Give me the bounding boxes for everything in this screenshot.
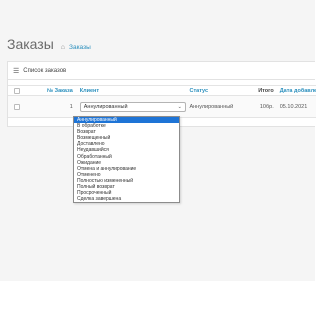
header-total[interactable]: Итого	[255, 88, 277, 94]
client-status-select[interactable]: Аннулированный ⌄	[79, 101, 186, 112]
row-checkbox[interactable]	[13, 103, 20, 110]
cell-status: Аннулированный	[189, 103, 234, 110]
header-client[interactable]: Клиент	[77, 88, 187, 94]
panel-heading: ☰ Список заказов	[8, 62, 315, 80]
cell-date-added: 05.10.2021	[279, 103, 308, 110]
table-header-row: № Заказа Клиент Статус Итого Дата добавл…	[8, 85, 316, 96]
chevron-down-icon: ⌄	[177, 103, 182, 110]
breadcrumb-orders[interactable]: Заказы	[69, 44, 91, 51]
select-value: Аннулированный	[83, 103, 128, 110]
row-select-cell	[8, 103, 26, 110]
list-icon: ☰	[13, 67, 20, 75]
home-icon[interactable]: ⌂	[61, 44, 65, 51]
header-status[interactable]: Статус	[186, 88, 255, 94]
status-dropdown-list: Аннулированный В обработке Возврат Возмещен…	[73, 116, 180, 204]
select-all-checkbox[interactable]	[13, 87, 20, 94]
page-header: Заказы ⌂ Заказы	[7, 36, 91, 52]
select-all-cell	[8, 87, 26, 94]
table-row: 1 Аннулированный ⌄ Аннулированный 10бр. …	[8, 96, 316, 118]
cell-client: Аннулированный ⌄	[77, 101, 187, 112]
header-order-no[interactable]: № Заказа	[26, 88, 77, 94]
dropdown-option[interactable]: Сделка завершена	[74, 196, 179, 202]
page-title: Заказы	[7, 36, 54, 52]
cell-order-no: 1	[69, 103, 73, 110]
orders-table: № Заказа Клиент Статус Итого Дата добавл…	[8, 85, 316, 118]
header-date-added[interactable]: Дата добавлен	[277, 88, 316, 94]
cell-total: 10бр.	[259, 103, 274, 110]
panel-title: Список заказов	[23, 67, 67, 74]
